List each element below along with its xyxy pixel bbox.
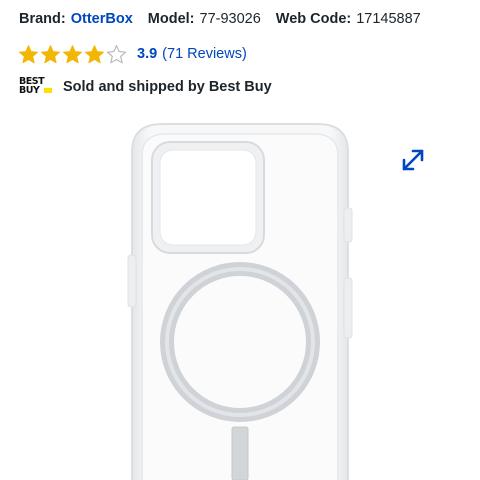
webcode-value: 17145887 <box>356 11 421 27</box>
seller-text: Sold and shipped by Best Buy <box>63 79 272 95</box>
star-rating <box>18 44 128 65</box>
reviews-link[interactable]: (71 Reviews) <box>162 46 247 62</box>
expand-arrows-icon[interactable] <box>399 146 427 174</box>
best-buy-logo: BEST BUY <box>19 76 57 98</box>
model-label: Model: <box>147 11 195 27</box>
model-value: 77-93026 <box>199 11 261 27</box>
star-icon <box>62 44 83 63</box>
best-buy-tag <box>44 88 52 93</box>
seller-row: BEST BUY Sold and shipped by Best Buy <box>19 75 272 99</box>
rating-row[interactable]: 3.9 (71 Reviews) <box>18 42 247 66</box>
star-icon <box>106 44 127 63</box>
brand-link[interactable]: OtterBox <box>71 11 133 27</box>
webcode-label: Web Code: <box>275 11 352 27</box>
product-meta-row: Brand: OtterBox Model: 77-93026 Web Code… <box>19 9 474 29</box>
best-buy-logo-word: BUY <box>19 85 40 96</box>
star-icon <box>18 44 39 63</box>
brand-label: Brand: <box>19 11 66 27</box>
star-icon <box>40 44 61 63</box>
rating-value[interactable]: 3.9 <box>137 46 157 62</box>
star-icon <box>84 44 105 63</box>
